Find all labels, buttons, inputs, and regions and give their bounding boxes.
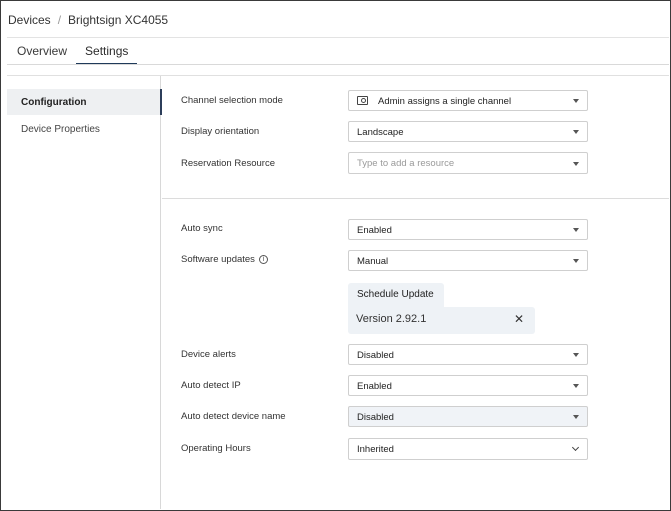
device-alerts-select[interactable]: Disabled xyxy=(348,344,588,365)
auto-sync-value: Enabled xyxy=(357,225,392,236)
schedule-update-button[interactable]: Schedule Update xyxy=(348,283,444,308)
caret-down-icon xyxy=(573,353,579,357)
operating-hours-label: Operating Hours xyxy=(181,443,251,454)
breadcrumb-devices-link[interactable]: Devices xyxy=(8,13,51,27)
auto-detect-device-name-select[interactable]: Disabled xyxy=(348,406,588,427)
operating-hours-select[interactable]: Inherited xyxy=(348,438,588,460)
display-orientation-select[interactable]: Landscape xyxy=(348,121,588,142)
caret-down-icon xyxy=(573,130,579,134)
settings-panel: Configuration Device Properties Channel … xyxy=(7,75,669,509)
caret-down-icon xyxy=(573,259,579,263)
version-text: Version 2.92.1 xyxy=(356,313,427,325)
software-updates-label: Software updates i xyxy=(181,254,268,265)
auto-sync-select[interactable]: Enabled xyxy=(348,219,588,240)
tab-divider xyxy=(7,64,669,65)
channel-selection-mode-label: Channel selection mode xyxy=(181,95,283,106)
tab-overview[interactable]: Overview xyxy=(8,38,76,65)
software-updates-select[interactable]: Manual xyxy=(348,250,588,271)
channel-selection-mode-select[interactable]: Admin assigns a single channel xyxy=(348,90,588,111)
device-alerts-value: Disabled xyxy=(357,350,394,361)
breadcrumb: Devices / Brightsign XC4055 xyxy=(8,12,168,28)
section-divider xyxy=(162,198,669,199)
caret-down-icon xyxy=(573,99,579,103)
reservation-resource-input[interactable]: Type to add a resource xyxy=(348,152,588,174)
display-orientation-label: Display orientation xyxy=(181,126,260,137)
info-icon[interactable]: i xyxy=(258,255,268,264)
reservation-resource-placeholder: Type to add a resource xyxy=(357,158,455,169)
auto-detect-device-name-value: Disabled xyxy=(357,412,394,423)
breadcrumb-separator: / xyxy=(57,13,62,27)
close-icon[interactable]: ✕ xyxy=(513,312,525,326)
caret-down-icon xyxy=(573,415,579,419)
channel-selection-mode-value: Admin assigns a single channel xyxy=(378,96,512,107)
auto-sync-label: Auto sync xyxy=(181,223,223,234)
operating-hours-value: Inherited xyxy=(357,444,394,455)
breadcrumb-current: Brightsign XC4055 xyxy=(68,13,169,27)
tab-bar: Overview Settings xyxy=(8,38,138,65)
caret-down-icon xyxy=(573,228,579,232)
version-chip: Version 2.92.1 ✕ xyxy=(348,307,535,334)
device-alerts-label: Device alerts xyxy=(181,349,236,360)
caret-down-icon xyxy=(573,384,579,388)
software-updates-label-text: Software updates xyxy=(181,254,255,265)
tab-settings[interactable]: Settings xyxy=(76,38,138,65)
auto-detect-ip-value: Enabled xyxy=(357,381,392,392)
sidebar-item-device-properties[interactable]: Device Properties xyxy=(7,116,161,142)
reservation-resource-label: Reservation Resource xyxy=(181,158,275,169)
settings-sidebar: Configuration Device Properties xyxy=(7,76,162,509)
caret-down-icon xyxy=(573,162,579,166)
auto-detect-device-name-label: Auto detect device name xyxy=(181,411,286,422)
sidebar-item-configuration[interactable]: Configuration xyxy=(7,89,162,115)
software-updates-value: Manual xyxy=(357,256,389,267)
channel-icon xyxy=(357,96,368,105)
display-orientation-value: Landscape xyxy=(357,127,404,138)
chevron-down-icon xyxy=(571,443,580,452)
auto-detect-ip-select[interactable]: Enabled xyxy=(348,375,588,396)
auto-detect-ip-label: Auto detect IP xyxy=(181,380,241,391)
